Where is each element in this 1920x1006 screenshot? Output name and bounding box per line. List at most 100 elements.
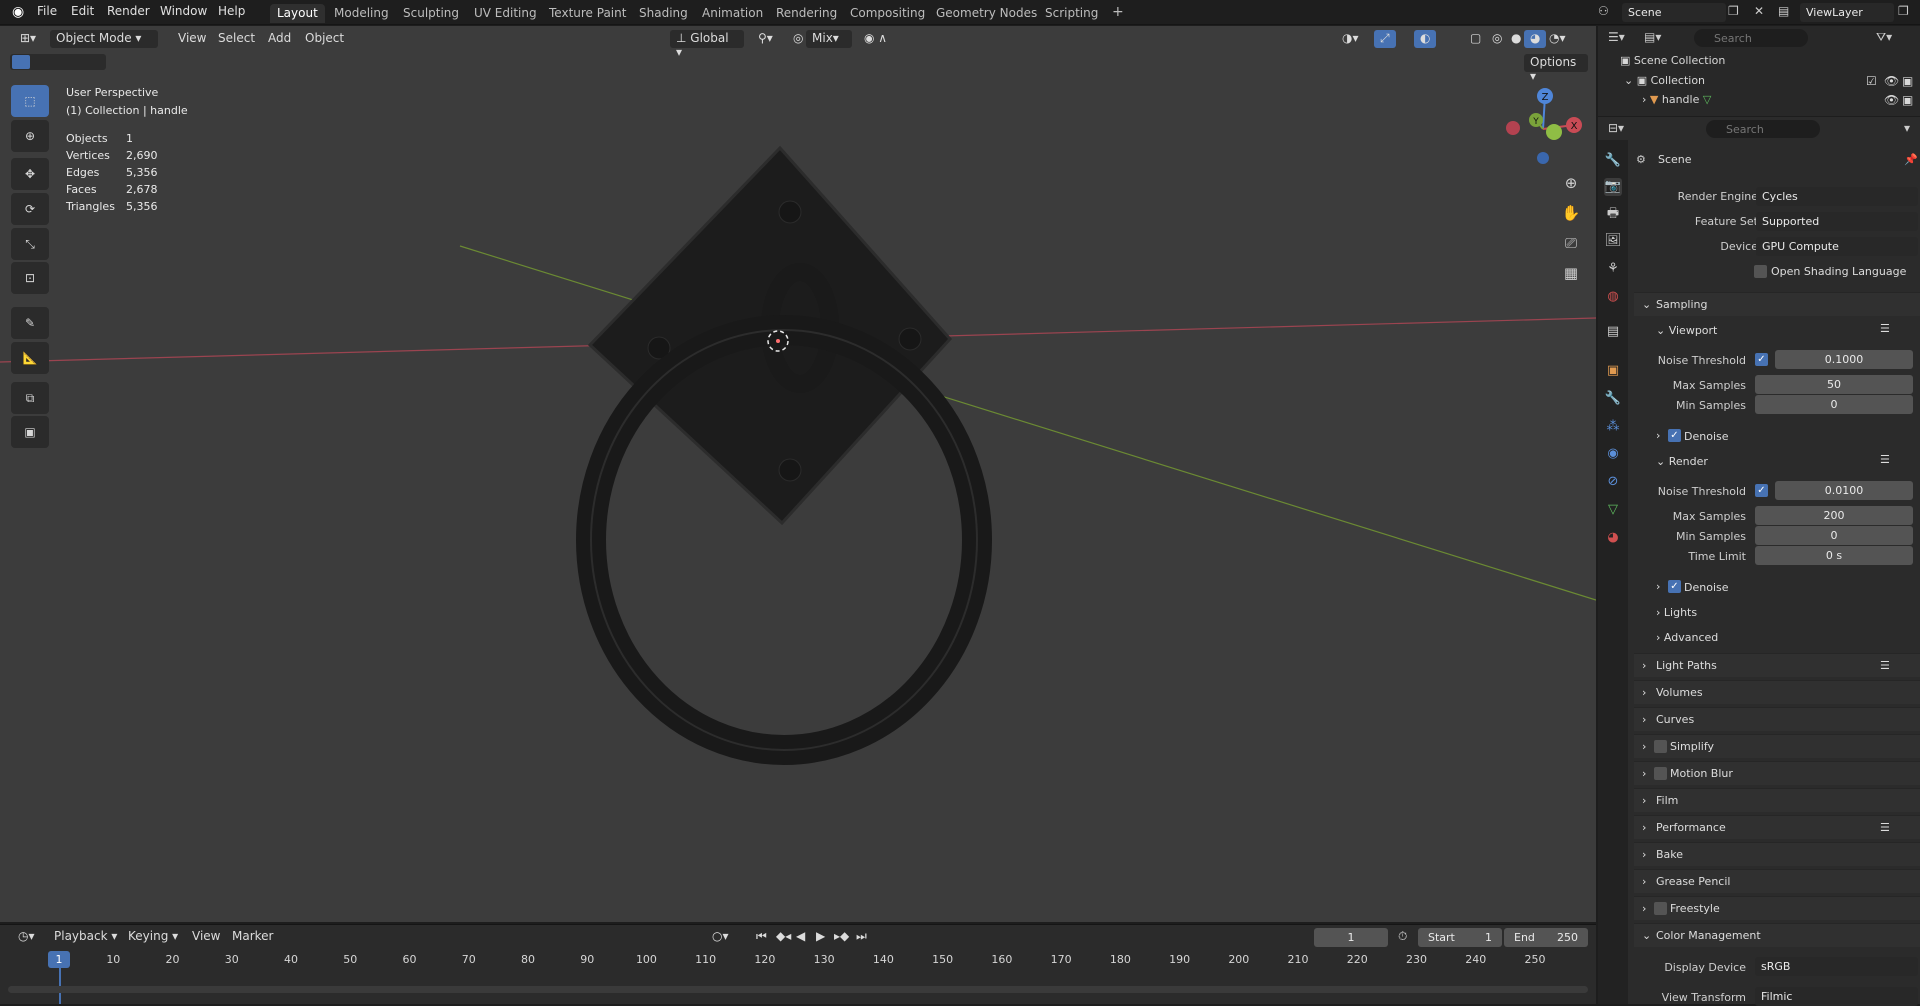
timeline-scrollbar[interactable] bbox=[8, 986, 1588, 993]
menu-edit[interactable]: Edit bbox=[71, 4, 94, 18]
new-view-layer-icon[interactable]: ❐ bbox=[1898, 4, 1909, 18]
delete-scene-icon[interactable]: ✕ bbox=[1754, 4, 1764, 18]
tab-compositing[interactable]: Compositing bbox=[843, 4, 932, 23]
tab-texture-paint[interactable]: Texture Paint bbox=[542, 4, 633, 23]
view-layer-selector[interactable]: ViewLayer bbox=[1800, 3, 1894, 22]
advanced-subpanel[interactable]: › Advanced bbox=[1656, 631, 1718, 644]
r-noise-threshold-checkbox[interactable]: ✓ bbox=[1755, 484, 1768, 497]
collection-exclude-checkbox[interactable]: ☑ bbox=[1866, 74, 1877, 88]
tab-rendering[interactable]: Rendering bbox=[769, 4, 844, 23]
editor-type-icon[interactable]: ⊞▾ bbox=[14, 30, 42, 48]
film-panel[interactable]: › Film bbox=[1634, 788, 1920, 812]
feature-set-dropdown[interactable]: Supported bbox=[1756, 212, 1918, 231]
vp-noise-threshold-checkbox[interactable]: ✓ bbox=[1755, 353, 1768, 366]
simplify-panel[interactable]: › Simplify bbox=[1634, 734, 1920, 758]
options-dropdown[interactable]: Options ▾ bbox=[1524, 54, 1588, 83]
transform-tool-icon[interactable]: ⊡ bbox=[11, 262, 49, 294]
menu-select[interactable]: Select bbox=[212, 30, 261, 48]
camera-view-icon[interactable]: ⎚ bbox=[1558, 230, 1584, 256]
menu-add[interactable]: Add bbox=[262, 30, 297, 48]
tab-geometry-nodes[interactable]: Geometry Nodes bbox=[929, 4, 1044, 23]
menu-marker[interactable]: Marker bbox=[226, 928, 279, 946]
filter-icon[interactable]: ⛛▾ bbox=[1876, 30, 1892, 45]
vp-denoise-subpanel[interactable]: › bbox=[1656, 429, 1660, 442]
cursor-tool-icon[interactable]: ⊕ bbox=[11, 120, 49, 152]
select-box-tool-icon[interactable]: ⬚ bbox=[11, 85, 49, 117]
move-tool-icon[interactable]: ✥ bbox=[11, 158, 49, 190]
lights-subpanel[interactable]: › Lights bbox=[1656, 606, 1697, 619]
viewport-subpanel[interactable]: ⌄ Viewport bbox=[1656, 324, 1717, 337]
osl-checkbox[interactable] bbox=[1754, 265, 1767, 278]
menu-playback[interactable]: Playback ▾ bbox=[48, 928, 123, 946]
curves-panel[interactable]: › Curves bbox=[1634, 707, 1920, 731]
scene-collection-label[interactable]: ▣ Scene Collection bbox=[1620, 54, 1725, 67]
properties-search-input[interactable] bbox=[1706, 120, 1820, 138]
menu-render[interactable]: Render bbox=[107, 4, 150, 18]
device-dropdown[interactable]: GPU Compute bbox=[1756, 237, 1918, 256]
outliner-editor-icon[interactable]: ☰▾ bbox=[1608, 30, 1625, 44]
select-new-icon[interactable] bbox=[12, 55, 30, 69]
ortho-toggle-icon[interactable]: ▦ bbox=[1558, 260, 1584, 286]
object-mode-dropdown[interactable]: Object Mode ▾ bbox=[50, 30, 158, 48]
add-cube-tool-icon[interactable]: ⧉ bbox=[11, 382, 49, 414]
preset-list-icon[interactable]: ☰ bbox=[1880, 453, 1890, 466]
vp-denoise-checkbox[interactable]: ✓ bbox=[1668, 429, 1681, 442]
tab-sculpting[interactable]: Sculpting bbox=[396, 4, 466, 23]
r-max-samples-field[interactable]: 200 bbox=[1755, 506, 1913, 525]
object-row-handle[interactable]: › ▼ handle ▽ bbox=[1642, 93, 1711, 106]
scene-tab-icon[interactable]: ⚘ bbox=[1604, 260, 1622, 278]
menu-file[interactable]: File bbox=[37, 4, 57, 18]
object-tab-icon[interactable]: ▣ bbox=[1604, 362, 1622, 380]
world-tab-icon[interactable]: ◍ bbox=[1604, 288, 1622, 306]
collection-row[interactable]: ⌄ ▣ Collection bbox=[1624, 74, 1705, 87]
rotate-tool-icon[interactable]: ⟳ bbox=[11, 193, 49, 225]
overlays-toggle-icon[interactable]: ◐ bbox=[1414, 30, 1437, 48]
vp-max-samples-field[interactable]: 50 bbox=[1755, 375, 1913, 394]
display-mode-icon[interactable]: ▤▾ bbox=[1644, 30, 1661, 44]
r-min-samples-field[interactable]: 0 bbox=[1755, 526, 1913, 545]
light-paths-panel[interactable]: › Light Paths ☰ bbox=[1634, 653, 1920, 677]
menu-view[interactable]: View bbox=[172, 30, 212, 48]
3d-viewport[interactable] bbox=[0, 26, 1596, 922]
navigation-gizmo[interactable]: Z X Y bbox=[1498, 82, 1584, 168]
vp-min-samples-field[interactable]: 0 bbox=[1755, 395, 1913, 414]
scene-icon[interactable]: ⚇ bbox=[1598, 4, 1609, 18]
rendered-shading-icon[interactable]: ◔▾ bbox=[1543, 30, 1572, 48]
render-engine-dropdown[interactable]: Cycles bbox=[1756, 187, 1918, 206]
eye-icon[interactable]: 👁 bbox=[1884, 74, 1899, 88]
scene-selector[interactable]: Scene bbox=[1622, 3, 1726, 22]
tab-shading[interactable]: Shading bbox=[632, 4, 695, 23]
snap-mode-dropdown[interactable]: Mix▾ bbox=[806, 30, 852, 48]
simplify-checkbox[interactable] bbox=[1654, 740, 1667, 753]
new-scene-icon[interactable]: ❐ bbox=[1728, 4, 1739, 18]
performance-panel[interactable]: › Performance ☰ bbox=[1634, 815, 1920, 839]
view-transform-dropdown[interactable]: Filmic bbox=[1755, 987, 1918, 1006]
motion-blur-panel[interactable]: › Motion Blur bbox=[1634, 761, 1920, 785]
tab-uv-editing[interactable]: UV Editing bbox=[467, 4, 544, 23]
camera-icon[interactable]: ▣ bbox=[1902, 74, 1913, 88]
end-frame-field[interactable]: End 250 bbox=[1504, 928, 1588, 947]
freestyle-checkbox[interactable] bbox=[1654, 902, 1667, 915]
modifier-tab-icon[interactable]: 🔧 bbox=[1604, 390, 1622, 408]
add-workspace-icon[interactable]: + bbox=[1105, 2, 1131, 21]
pan-hand-icon[interactable]: ✋ bbox=[1558, 200, 1584, 226]
color-management-panel[interactable]: ⌄ Color Management bbox=[1634, 923, 1920, 947]
jump-end-icon[interactable]: ⏭ bbox=[850, 928, 873, 946]
current-frame-field[interactable]: 1 bbox=[1314, 928, 1388, 947]
preset-list-icon[interactable]: ☰ bbox=[1880, 322, 1890, 335]
eye-icon[interactable]: 👁 bbox=[1884, 93, 1899, 107]
particles-tab-icon[interactable]: ⁂ bbox=[1604, 418, 1622, 436]
render-subpanel[interactable]: ⌄ Render bbox=[1656, 455, 1708, 468]
display-device-dropdown[interactable]: sRGB bbox=[1755, 957, 1918, 976]
timeline-editor-icon[interactable]: ◷▾ bbox=[12, 928, 41, 946]
menu-keying[interactable]: Keying ▾ bbox=[122, 928, 184, 946]
physics-tab-icon[interactable]: ◉ bbox=[1604, 445, 1622, 463]
tab-modeling[interactable]: Modeling bbox=[327, 4, 396, 23]
r-time-limit-field[interactable]: 0 s bbox=[1755, 546, 1913, 565]
pivot-icon[interactable]: ⚲▾ bbox=[752, 30, 779, 48]
transform-orientation-dropdown[interactable]: ⊥ Global ▾ bbox=[670, 30, 744, 59]
menu-window[interactable]: Window bbox=[160, 4, 207, 18]
vp-noise-threshold-field[interactable]: 0.1000 bbox=[1775, 350, 1913, 369]
outliner-search-input[interactable] bbox=[1694, 29, 1808, 47]
measure-tool-icon[interactable]: 📐 bbox=[11, 342, 49, 374]
